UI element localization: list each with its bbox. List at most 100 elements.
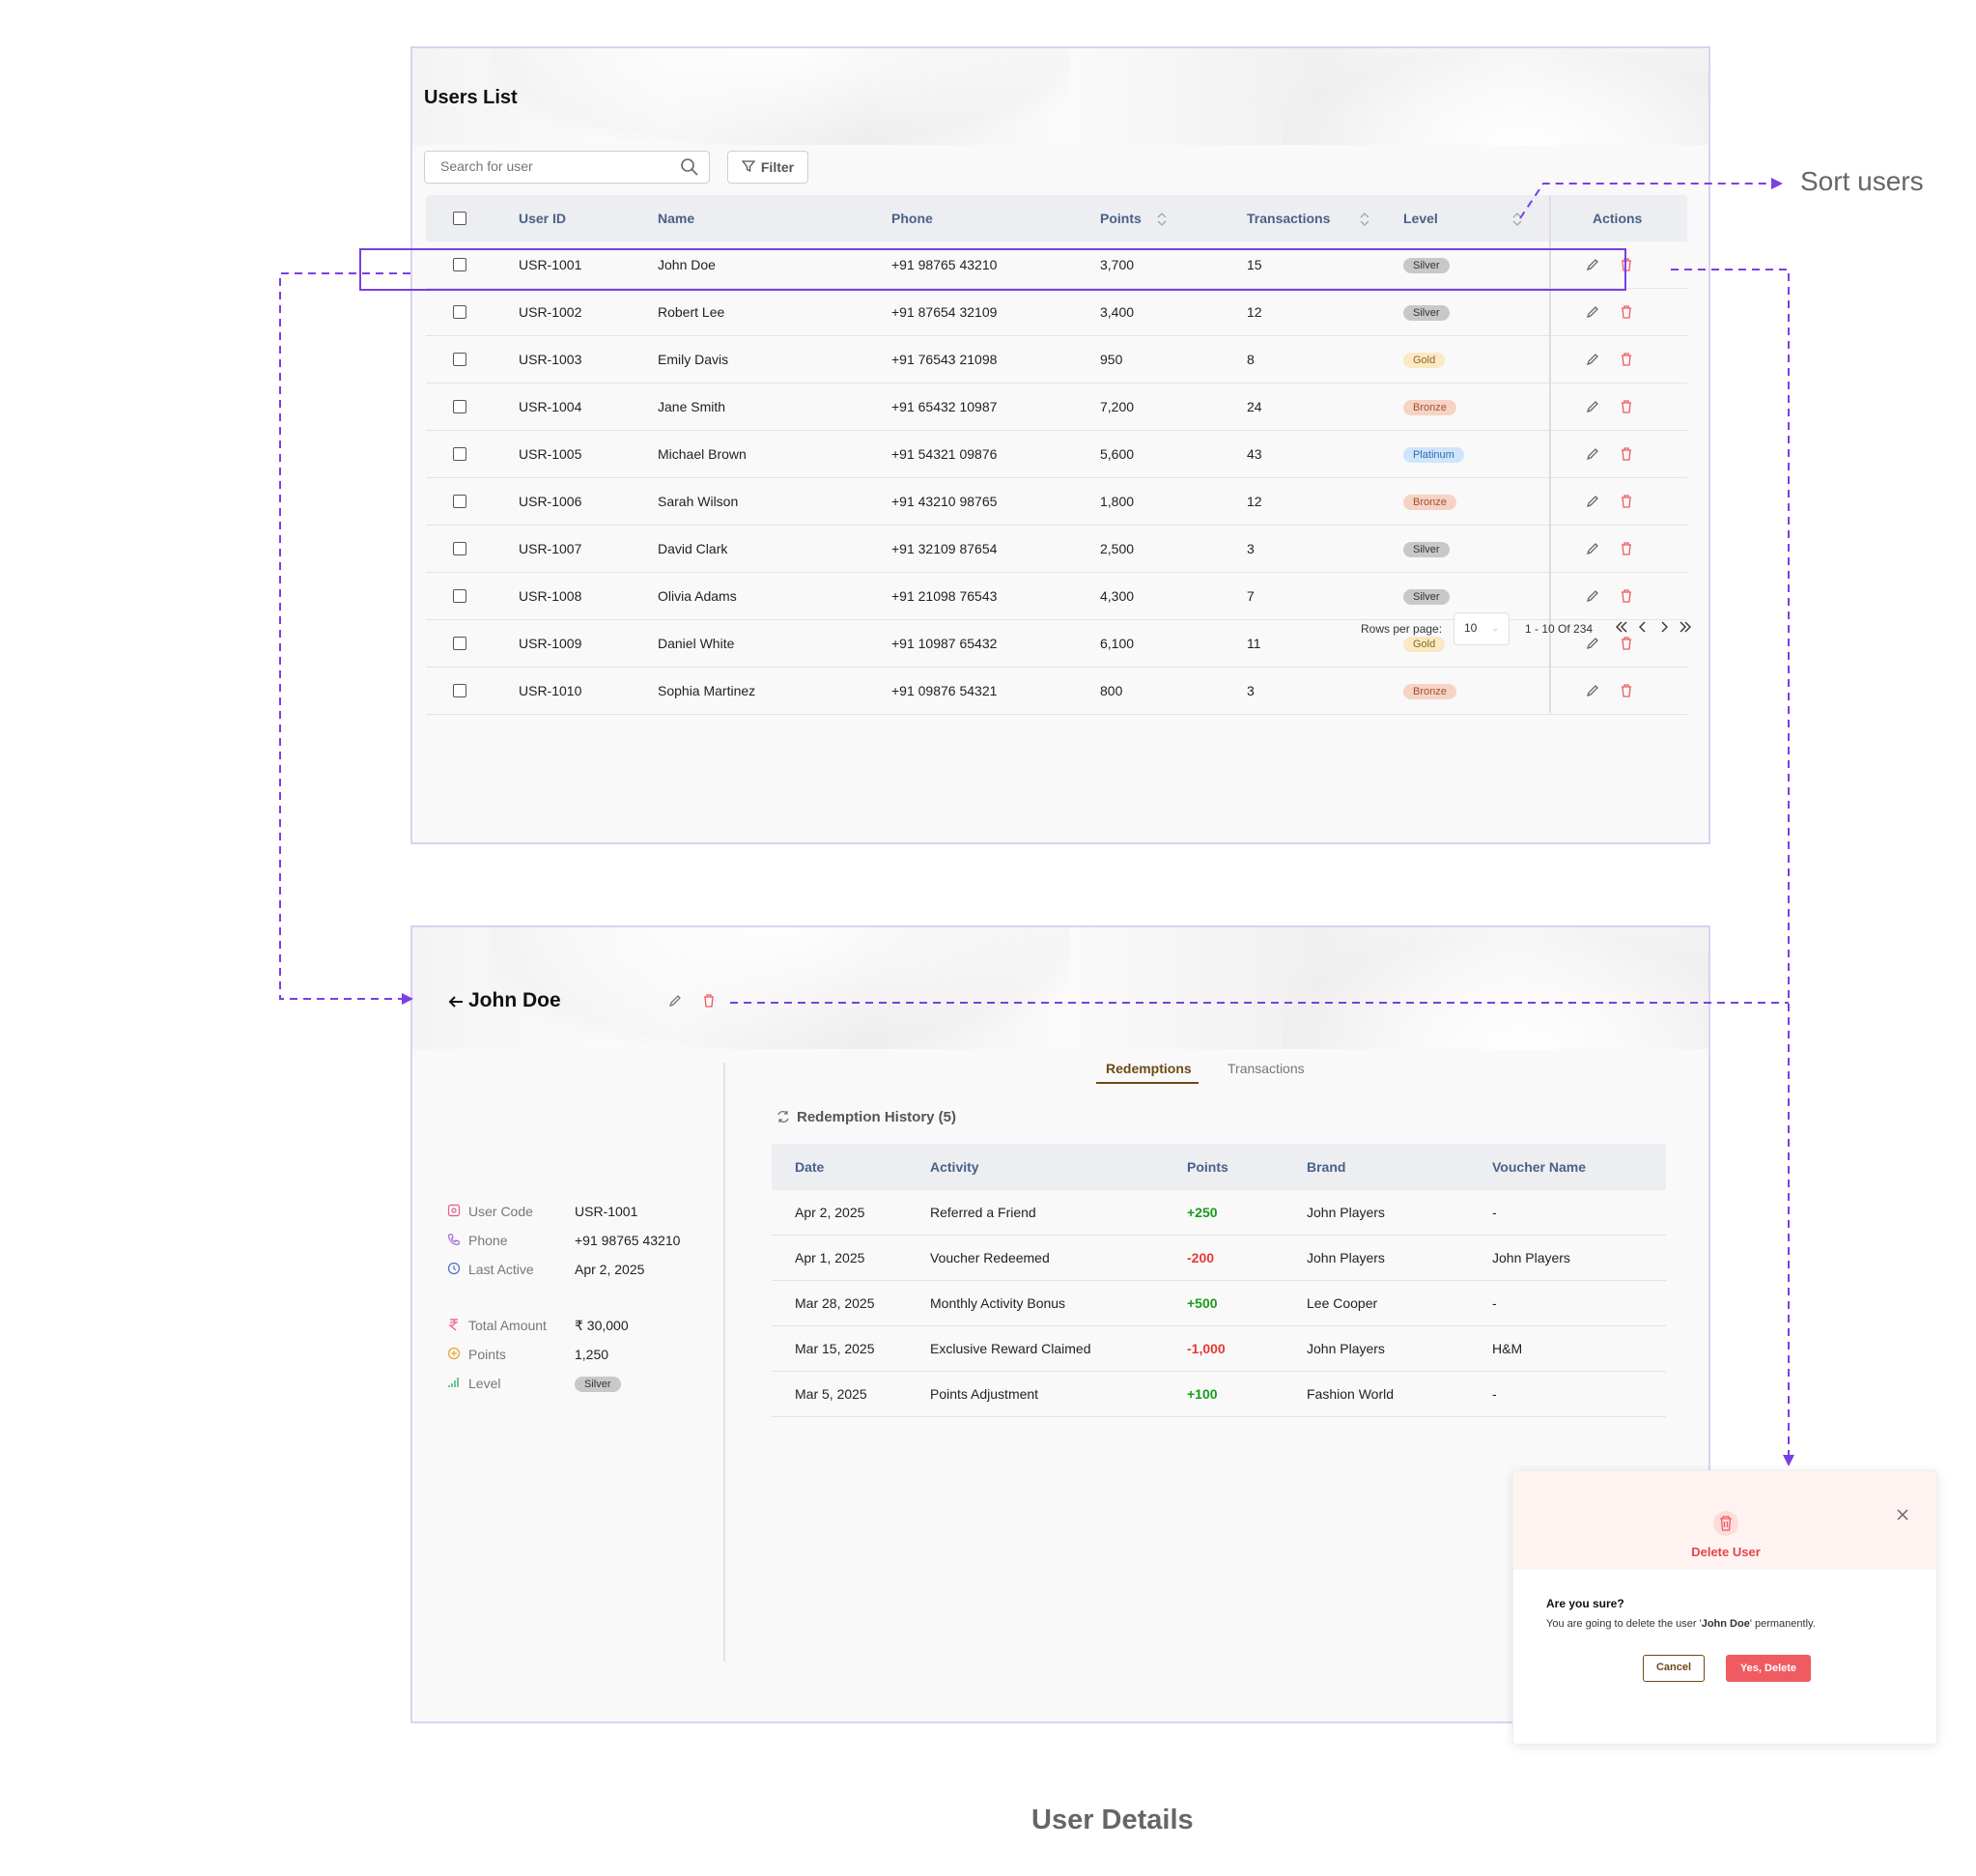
panel-header-background [412,927,1708,1049]
next-page-icon[interactable] [1658,618,1670,639]
user-details-annotation: User Details [1031,1805,1194,1835]
info-value: Silver [575,1376,621,1393]
history-column-voucher: Voucher Name [1492,1159,1586,1175]
row-checkbox[interactable] [453,542,466,555]
row-checkbox[interactable] [453,353,466,366]
delete-icon[interactable] [1620,399,1633,419]
table-row[interactable]: USR-1002 Robert Lee +91 87654 32109 3,40… [426,289,1687,336]
table-row[interactable]: USR-1005 Michael Brown +91 54321 09876 5… [426,431,1687,478]
delete-icon[interactable] [1620,352,1633,372]
history-cell-voucher: John Players [1492,1250,1570,1265]
cell-name: Jane Smith [658,399,726,414]
row-to-detail-line [279,272,410,1000]
active-tab-underline [1096,1082,1199,1084]
trash-circle-icon [1712,1510,1739,1542]
page-title: Users List [424,87,518,108]
delete-icon[interactable] [1620,683,1633,703]
cell-phone: +91 54321 09876 [891,446,998,462]
cell-level: Bronze [1403,384,1456,430]
edit-icon[interactable] [1585,494,1600,514]
modal-message-user: John Doe [1701,1618,1750,1630]
row-checkbox[interactable] [453,305,466,319]
row-checkbox[interactable] [453,589,466,603]
rows-per-page-select[interactable]: 10 ⌄ [1454,612,1510,645]
edit-icon[interactable] [1585,588,1600,609]
cell-user-id: USR-1004 [519,399,582,414]
column-header-user-id: User ID [519,211,567,226]
delete-icon[interactable] [1620,446,1633,467]
cell-transactions: 3 [1247,683,1255,698]
info-value: Apr 2, 2025 [575,1262,645,1277]
row-checkbox[interactable] [453,400,466,413]
bar-chart-icon [447,1376,461,1394]
delete-icon[interactable] [1620,541,1633,561]
history-cell-voucher: - [1492,1295,1497,1311]
history-column-date: Date [795,1159,825,1175]
history-cell-activity: Exclusive Reward Claimed [930,1341,1091,1356]
detail-column-divider [723,1063,725,1662]
column-header-transactions[interactable]: Transactions [1247,195,1330,242]
rows-per-page-label: Rows per page: [1361,622,1443,636]
search-icon[interactable] [680,157,699,182]
level-badge: Silver [575,1377,621,1393]
cancel-button[interactable]: Cancel [1643,1655,1705,1682]
info-label: Last Active [468,1262,534,1277]
select-all-checkbox[interactable] [453,212,466,225]
column-header-points[interactable]: Points [1100,195,1142,242]
tab-transactions[interactable]: Transactions [1228,1061,1305,1076]
table-row[interactable]: USR-1010 Sophia Martinez +91 09876 54321… [426,668,1687,715]
delete-icon[interactable] [702,993,716,1013]
history-cell-points: -1,000 [1187,1341,1226,1356]
sort-points-icon[interactable] [1156,211,1168,233]
edit-icon[interactable] [1585,304,1600,325]
edit-icon[interactable] [1585,446,1600,467]
history-cell-activity: Points Adjustment [930,1386,1039,1402]
delete-icon[interactable] [1620,304,1633,325]
edit-icon[interactable] [1585,683,1600,703]
cell-name: Emily Davis [658,352,729,367]
table-header: User ID Name Phone Points Transactions L… [426,195,1687,242]
cell-phone: +91 87654 32109 [891,304,998,320]
history-cell-points: +500 [1187,1295,1218,1311]
info-label: Level [468,1376,501,1391]
modal-title: Delete User [1691,1545,1761,1559]
filter-button[interactable]: Filter [727,151,808,184]
table-row[interactable]: USR-1004 Jane Smith +91 65432 10987 7,20… [426,384,1687,431]
history-cell-activity: Voucher Redeemed [930,1250,1050,1265]
panel-header-background [412,48,1708,145]
cell-name: Michael Brown [658,446,747,462]
cell-level: Gold [1403,336,1446,383]
prev-page-icon[interactable] [1637,618,1649,639]
confirm-delete-button[interactable]: Yes, Delete [1726,1655,1811,1682]
row-checkbox[interactable] [453,447,466,461]
cell-phone: +91 65432 10987 [891,399,998,414]
sort-transactions-icon[interactable] [1359,211,1370,233]
close-icon[interactable] [1896,1508,1909,1526]
search-box[interactable] [424,151,710,184]
row-checkbox[interactable] [453,495,466,508]
cell-points: 2,500 [1100,541,1135,556]
first-page-icon[interactable] [1614,618,1629,639]
table-row[interactable]: USR-1006 Sarah Wilson +91 43210 98765 1,… [426,478,1687,526]
phone-icon [447,1233,461,1251]
edit-icon[interactable] [1585,352,1600,372]
sort-level-icon[interactable] [1511,211,1523,233]
cell-user-id: USR-1003 [519,352,582,367]
row-checkbox[interactable] [453,684,466,697]
delete-icon[interactable] [1620,494,1633,514]
tab-redemptions[interactable]: Redemptions [1106,1061,1192,1076]
cell-transactions: 12 [1247,304,1262,320]
chevron-down-icon: ⌄ [1491,623,1499,633]
edit-icon[interactable] [1585,541,1600,561]
pagination-range: 1 - 10 Of 234 [1525,622,1594,636]
table-row[interactable]: USR-1007 David Clark +91 32109 87654 2,5… [426,526,1687,573]
edit-icon[interactable] [667,993,683,1013]
edit-icon[interactable] [1585,399,1600,419]
history-cell-date: Apr 2, 2025 [795,1205,865,1220]
last-page-icon[interactable] [1678,618,1693,639]
search-input[interactable] [440,152,672,181]
cell-user-id: USR-1002 [519,304,582,320]
back-arrow-icon[interactable] [447,993,465,1015]
delete-icon[interactable] [1620,588,1633,609]
table-row[interactable]: USR-1003 Emily Davis +91 76543 21098 950… [426,336,1687,384]
